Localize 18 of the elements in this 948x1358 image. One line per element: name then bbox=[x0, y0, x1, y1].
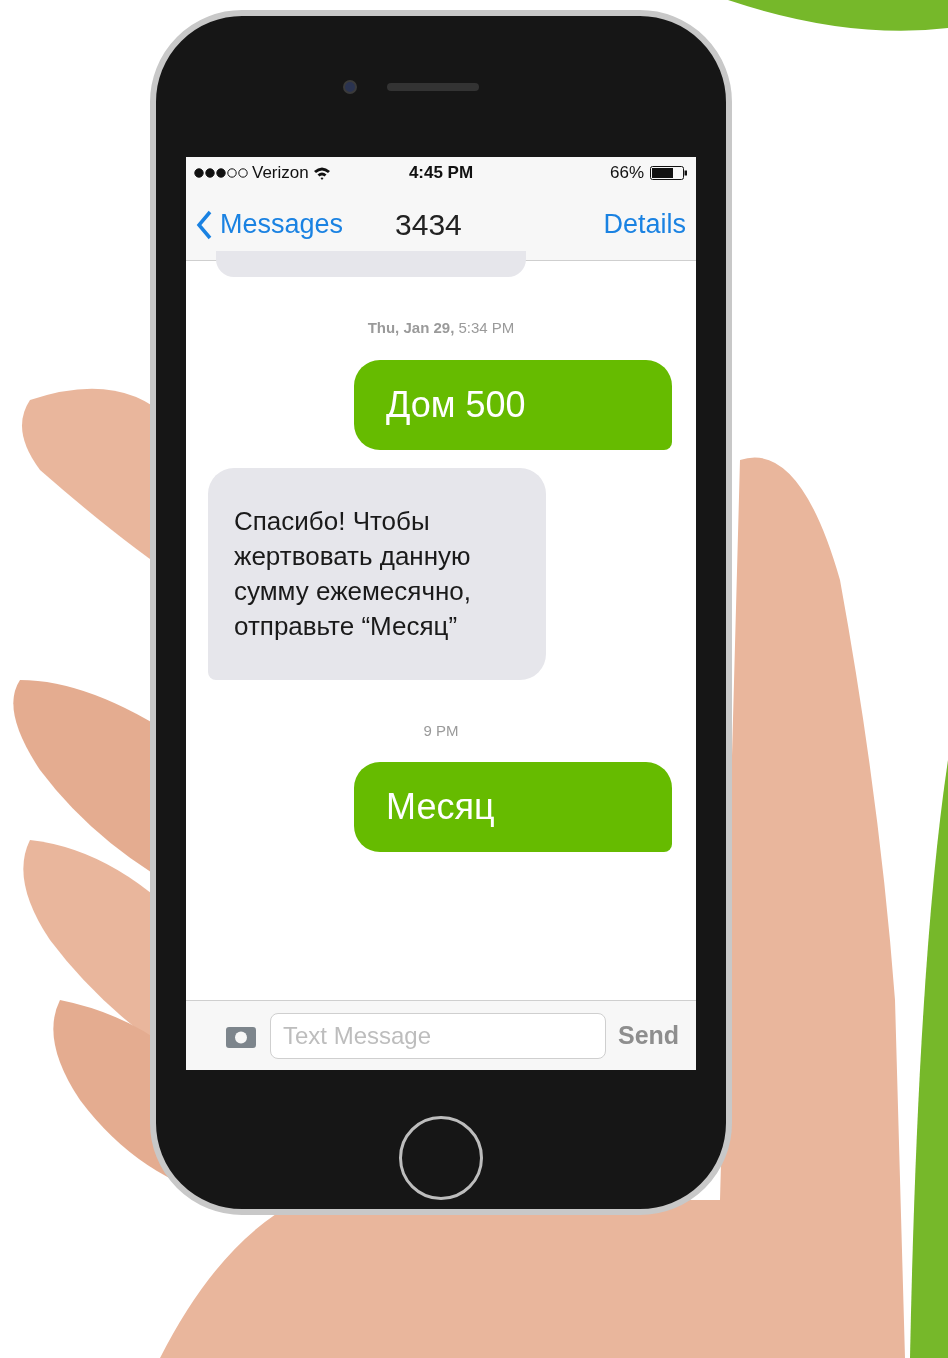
timestamp: 9 PM bbox=[423, 720, 459, 741]
camera-lens bbox=[343, 79, 357, 94]
signal-dots-icon bbox=[194, 168, 248, 178]
send-button[interactable]: Send bbox=[618, 1016, 680, 1055]
battery-percentage: 66% bbox=[609, 162, 644, 185]
sent-message: Месяц bbox=[354, 762, 672, 852]
received-message: Спасибо! Чтобы жертвовать данную сумму ежемесячно, отправьте “Месяц” bbox=[208, 467, 546, 680]
battery-icon bbox=[650, 166, 688, 180]
sent-message: Дом 500 bbox=[354, 359, 672, 450]
clock-time: 4:45 PM bbox=[408, 162, 474, 185]
timestamp: Thu, Jan 29, 5:34 PM bbox=[367, 318, 515, 338]
carrier-name: Verizon bbox=[252, 162, 309, 185]
back-button[interactable]: Messages bbox=[196, 204, 344, 245]
wifi-icon bbox=[312, 166, 331, 180]
chevron-left-icon bbox=[196, 209, 212, 240]
details-button[interactable]: Details bbox=[603, 204, 686, 245]
conversation-title: 3434 bbox=[395, 207, 462, 243]
message-input-field[interactable]: Text Message bbox=[270, 1012, 606, 1059]
